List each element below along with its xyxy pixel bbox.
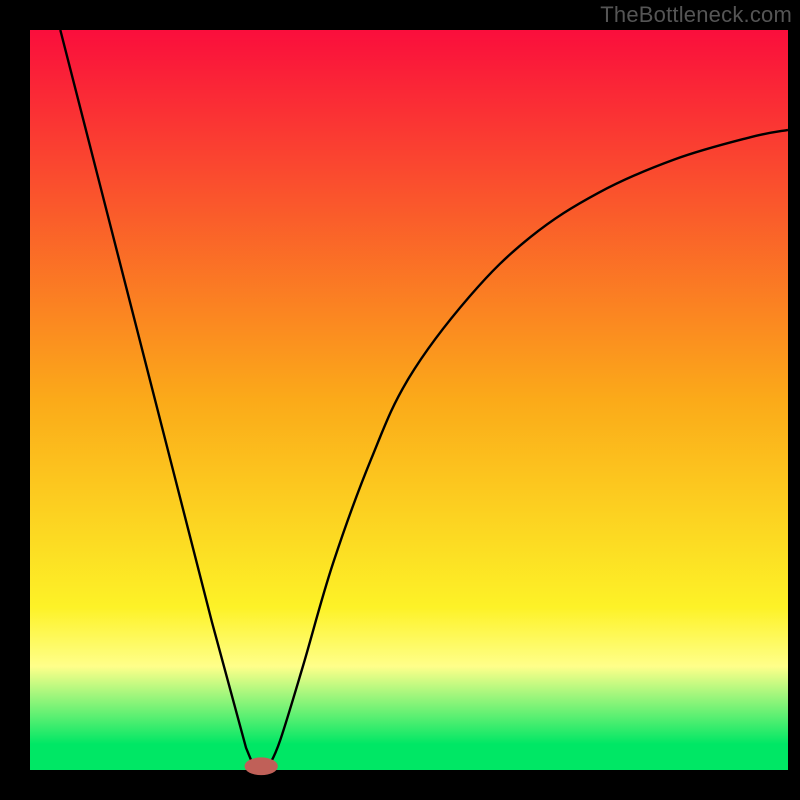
minimum-marker bbox=[245, 757, 278, 775]
watermark-text: TheBottleneck.com bbox=[600, 2, 792, 28]
chart-frame: TheBottleneck.com bbox=[0, 0, 800, 800]
plot-background bbox=[30, 30, 788, 770]
bottleneck-chart bbox=[0, 0, 800, 800]
